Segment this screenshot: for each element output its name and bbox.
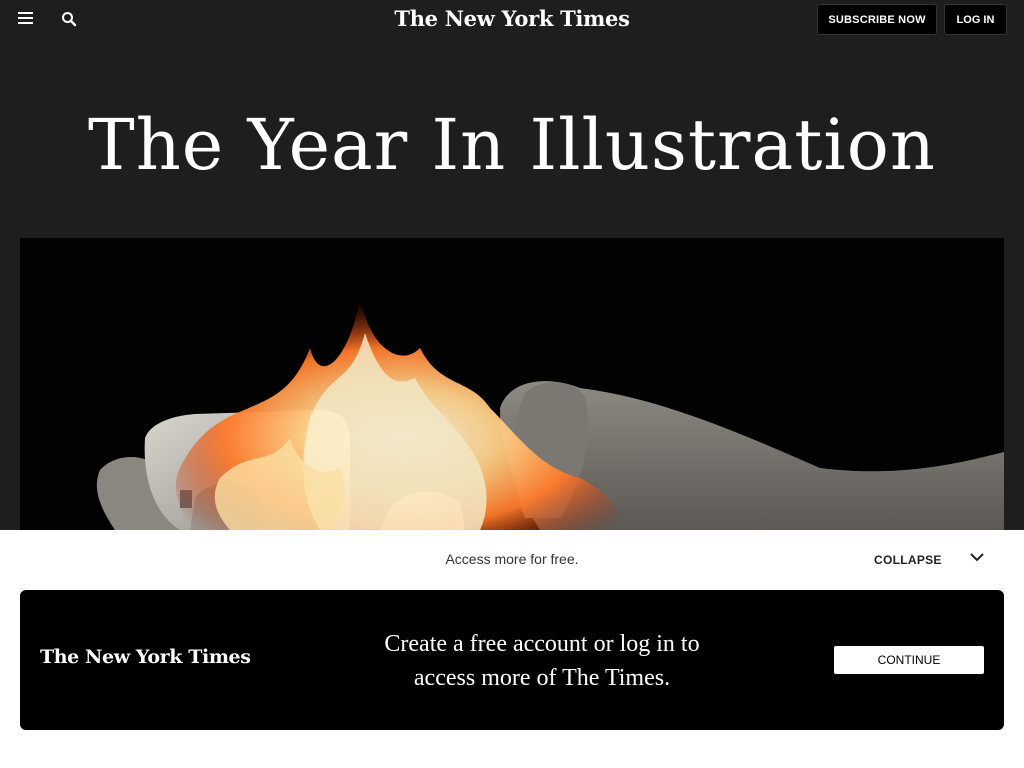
promo-message: Create a free account or log in to acces… [350,627,734,695]
top-navigation-bar: The New York Times SUBSCRIBE NOW LOG IN [0,0,1024,42]
hero-illustration [20,238,1004,530]
subscribe-now-button[interactable]: SUBSCRIBE NOW [817,4,937,35]
log-in-button[interactable]: LOG IN [944,4,1007,35]
registration-gate: Access more for free. COLLAPSE The New Y… [0,530,1024,768]
collapse-button[interactable]: COLLAPSE [874,553,942,567]
access-more-text: Access more for free. [445,551,579,567]
continue-button[interactable]: CONTINUE [834,646,984,674]
chevron-down-icon[interactable] [968,550,986,564]
promo-message-line1: Create a free account or log in to [384,631,700,657]
promo-nyt-logo: The New York Times [40,646,251,668]
page-title: The Year In Illustration [88,104,936,186]
account-promo-panel: The New York Times Create a free account… [20,590,1004,730]
burning-phone-in-hands-illustration [96,298,1004,530]
promo-message-line2: access more of The Times. [413,665,671,691]
nyt-logo-text: The New York Times [394,6,630,31]
